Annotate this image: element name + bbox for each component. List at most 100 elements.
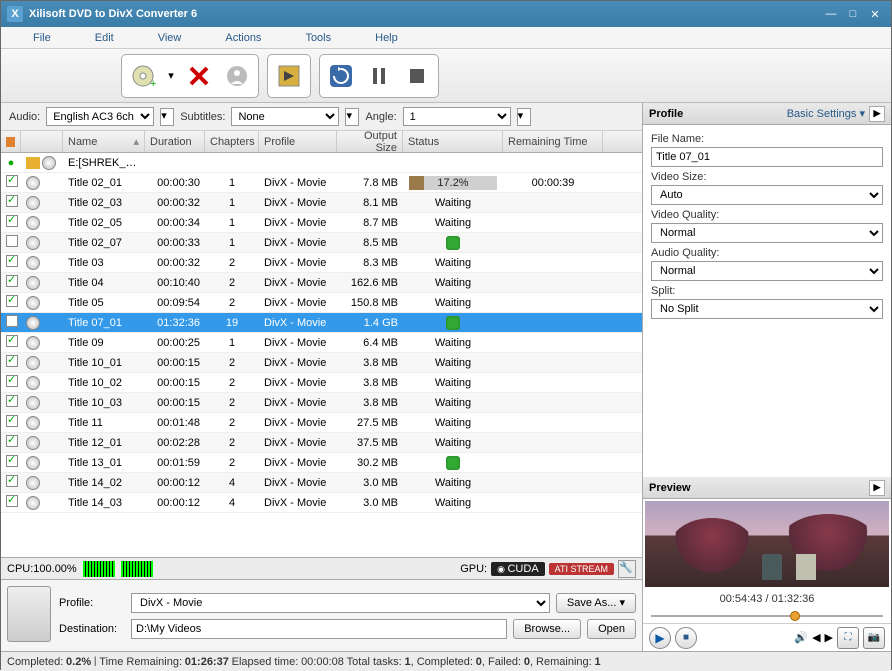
table-row[interactable]: Title 02_0700:00:331DivX - Movie8.5 MB — [1, 233, 642, 253]
menu-help[interactable]: Help — [353, 32, 420, 44]
col-icon[interactable] — [21, 131, 63, 152]
menu-tools[interactable]: Tools — [283, 32, 353, 44]
volume-icon[interactable]: 🔊 — [794, 631, 808, 644]
next-button[interactable]: ▶ — [825, 631, 833, 644]
grid-body[interactable]: ● E:[SHREK_TH...Title 02_0100:00:301DivX… — [1, 153, 642, 557]
row-name: Title 14_02 — [63, 477, 145, 489]
table-row[interactable]: Title 10_0200:00:152DivX - Movie3.8 MBWa… — [1, 373, 642, 393]
close-button[interactable]: ✕ — [865, 6, 885, 22]
preview-collapse-button[interactable]: ▶ — [869, 480, 885, 496]
menu-edit[interactable]: Edit — [73, 32, 136, 44]
stop-button[interactable] — [400, 59, 434, 93]
save-as-button[interactable]: Save As... ▾ — [556, 593, 636, 613]
row-checkbox[interactable] — [6, 355, 18, 367]
row-checkbox[interactable] — [6, 495, 18, 507]
gpu-settings-button[interactable]: 🔧 — [618, 560, 636, 578]
user-button[interactable] — [220, 59, 254, 93]
row-checkbox[interactable] — [6, 235, 18, 247]
col-name[interactable]: Name▴ — [63, 131, 145, 152]
table-row[interactable]: Title 0300:00:322DivX - Movie8.3 MBWaiti… — [1, 253, 642, 273]
refresh-button[interactable] — [324, 59, 358, 93]
profile-select[interactable]: DivX - Movie — [131, 593, 550, 613]
col-chapters[interactable]: Chapters — [205, 131, 259, 152]
audio-dropdown[interactable]: ▾ — [160, 108, 174, 126]
row-checkbox[interactable] — [6, 275, 18, 287]
audioq-select[interactable]: Normal — [651, 261, 883, 281]
row-name: Title 09 — [63, 337, 145, 349]
table-row[interactable]: Title 14_0200:00:124DivX - Movie3.0 MBWa… — [1, 473, 642, 493]
filename-input[interactable] — [651, 147, 883, 167]
table-row[interactable]: Title 02_0100:00:301DivX - Movie7.8 MB17… — [1, 173, 642, 193]
table-row[interactable]: Title 1100:01:482DivX - Movie27.5 MBWait… — [1, 413, 642, 433]
convert-button[interactable] — [272, 59, 306, 93]
row-checkbox[interactable] — [6, 455, 18, 467]
table-row[interactable]: Title 07_0101:32:3619DivX - Movie1.4 GB — [1, 313, 642, 333]
angle-select[interactable]: 1 — [403, 107, 511, 126]
profile-collapse-button[interactable]: ▶ — [869, 106, 885, 122]
remove-button[interactable] — [182, 59, 216, 93]
table-row[interactable]: Title 14_0300:00:124DivX - Movie3.0 MBWa… — [1, 493, 642, 513]
minimize-button[interactable]: — — [821, 6, 841, 22]
row-checkbox[interactable] — [6, 475, 18, 487]
table-row[interactable]: Title 0500:09:542DivX - Movie150.8 MBWai… — [1, 293, 642, 313]
open-button[interactable]: Open — [587, 619, 636, 639]
fullscreen-button[interactable]: ⛶ — [837, 627, 859, 649]
expand-icon[interactable]: ● — [1, 157, 21, 169]
row-duration: 00:00:15 — [145, 377, 205, 389]
col-output-size[interactable]: Output Size — [337, 131, 403, 152]
col-select-all[interactable] — [1, 131, 21, 152]
preview-slider[interactable] — [651, 609, 883, 623]
videosize-select[interactable]: Auto — [651, 185, 883, 205]
table-row[interactable]: Title 0400:10:402DivX - Movie162.6 MBWai… — [1, 273, 642, 293]
split-select[interactable]: No Split — [651, 299, 883, 319]
col-duration[interactable]: Duration — [145, 131, 205, 152]
row-chapters: 2 — [205, 397, 259, 409]
menu-actions[interactable]: Actions — [203, 32, 283, 44]
play-button[interactable]: ▶ — [649, 627, 671, 649]
row-checkbox[interactable] — [6, 375, 18, 387]
stop-preview-button[interactable]: ■ — [675, 627, 697, 649]
table-row[interactable]: Title 02_0500:00:341DivX - Movie8.7 MBWa… — [1, 213, 642, 233]
row-checkbox[interactable] — [6, 395, 18, 407]
col-profile[interactable]: Profile — [259, 131, 337, 152]
audio-select[interactable]: English AC3 6ch (0x8 — [46, 107, 154, 126]
source-row[interactable]: ● E:[SHREK_TH... — [1, 153, 642, 173]
destination-input[interactable] — [131, 619, 507, 639]
row-checkbox[interactable] — [6, 215, 18, 227]
angle-dropdown[interactable]: ▾ — [517, 108, 531, 126]
table-row[interactable]: Title 0900:00:251DivX - Movie6.4 MBWaiti… — [1, 333, 642, 353]
menu-file[interactable]: File — [11, 32, 73, 44]
row-checkbox[interactable] — [6, 315, 18, 327]
table-row[interactable]: Title 02_0300:00:321DivX - Movie8.1 MBWa… — [1, 193, 642, 213]
col-status[interactable]: Status — [403, 131, 503, 152]
row-checkbox[interactable] — [6, 295, 18, 307]
subtitles-dropdown[interactable]: ▾ — [345, 108, 359, 126]
table-row[interactable]: Title 10_0300:00:152DivX - Movie3.8 MBWa… — [1, 393, 642, 413]
browse-button[interactable]: Browse... — [513, 619, 581, 639]
add-disc-button[interactable]: + — [126, 59, 160, 93]
disc-icon — [26, 496, 40, 510]
menu-view[interactable]: View — [136, 32, 204, 44]
row-checkbox[interactable] — [6, 335, 18, 347]
subtitles-select[interactable]: None — [231, 107, 339, 126]
row-checkbox[interactable] — [6, 175, 18, 187]
snapshot-button[interactable]: 📷 — [863, 627, 885, 649]
basic-settings-link[interactable]: Basic Settings ▾ — [787, 107, 865, 120]
col-remaining[interactable]: Remaining Time — [503, 131, 603, 152]
maximize-button[interactable]: □ — [843, 6, 863, 22]
table-row[interactable]: Title 13_0100:01:592DivX - Movie30.2 MB — [1, 453, 642, 473]
add-disc-dropdown[interactable]: ▾ — [164, 59, 178, 93]
videoq-select[interactable]: Normal — [651, 223, 883, 243]
pause-button[interactable] — [362, 59, 396, 93]
prev-button[interactable]: ◀ — [812, 631, 820, 644]
table-row[interactable]: Title 12_0100:02:282DivX - Movie37.5 MBW… — [1, 433, 642, 453]
row-checkbox[interactable] — [6, 195, 18, 207]
status-text: Waiting — [435, 377, 471, 389]
preview-slider-thumb[interactable] — [790, 611, 800, 621]
table-row[interactable]: Title 10_0100:00:152DivX - Movie3.8 MBWa… — [1, 353, 642, 373]
row-chapters: 2 — [205, 297, 259, 309]
window-title: Xilisoft DVD to DivX Converter 6 — [29, 8, 819, 20]
row-checkbox[interactable] — [6, 255, 18, 267]
row-checkbox[interactable] — [6, 435, 18, 447]
row-checkbox[interactable] — [6, 415, 18, 427]
